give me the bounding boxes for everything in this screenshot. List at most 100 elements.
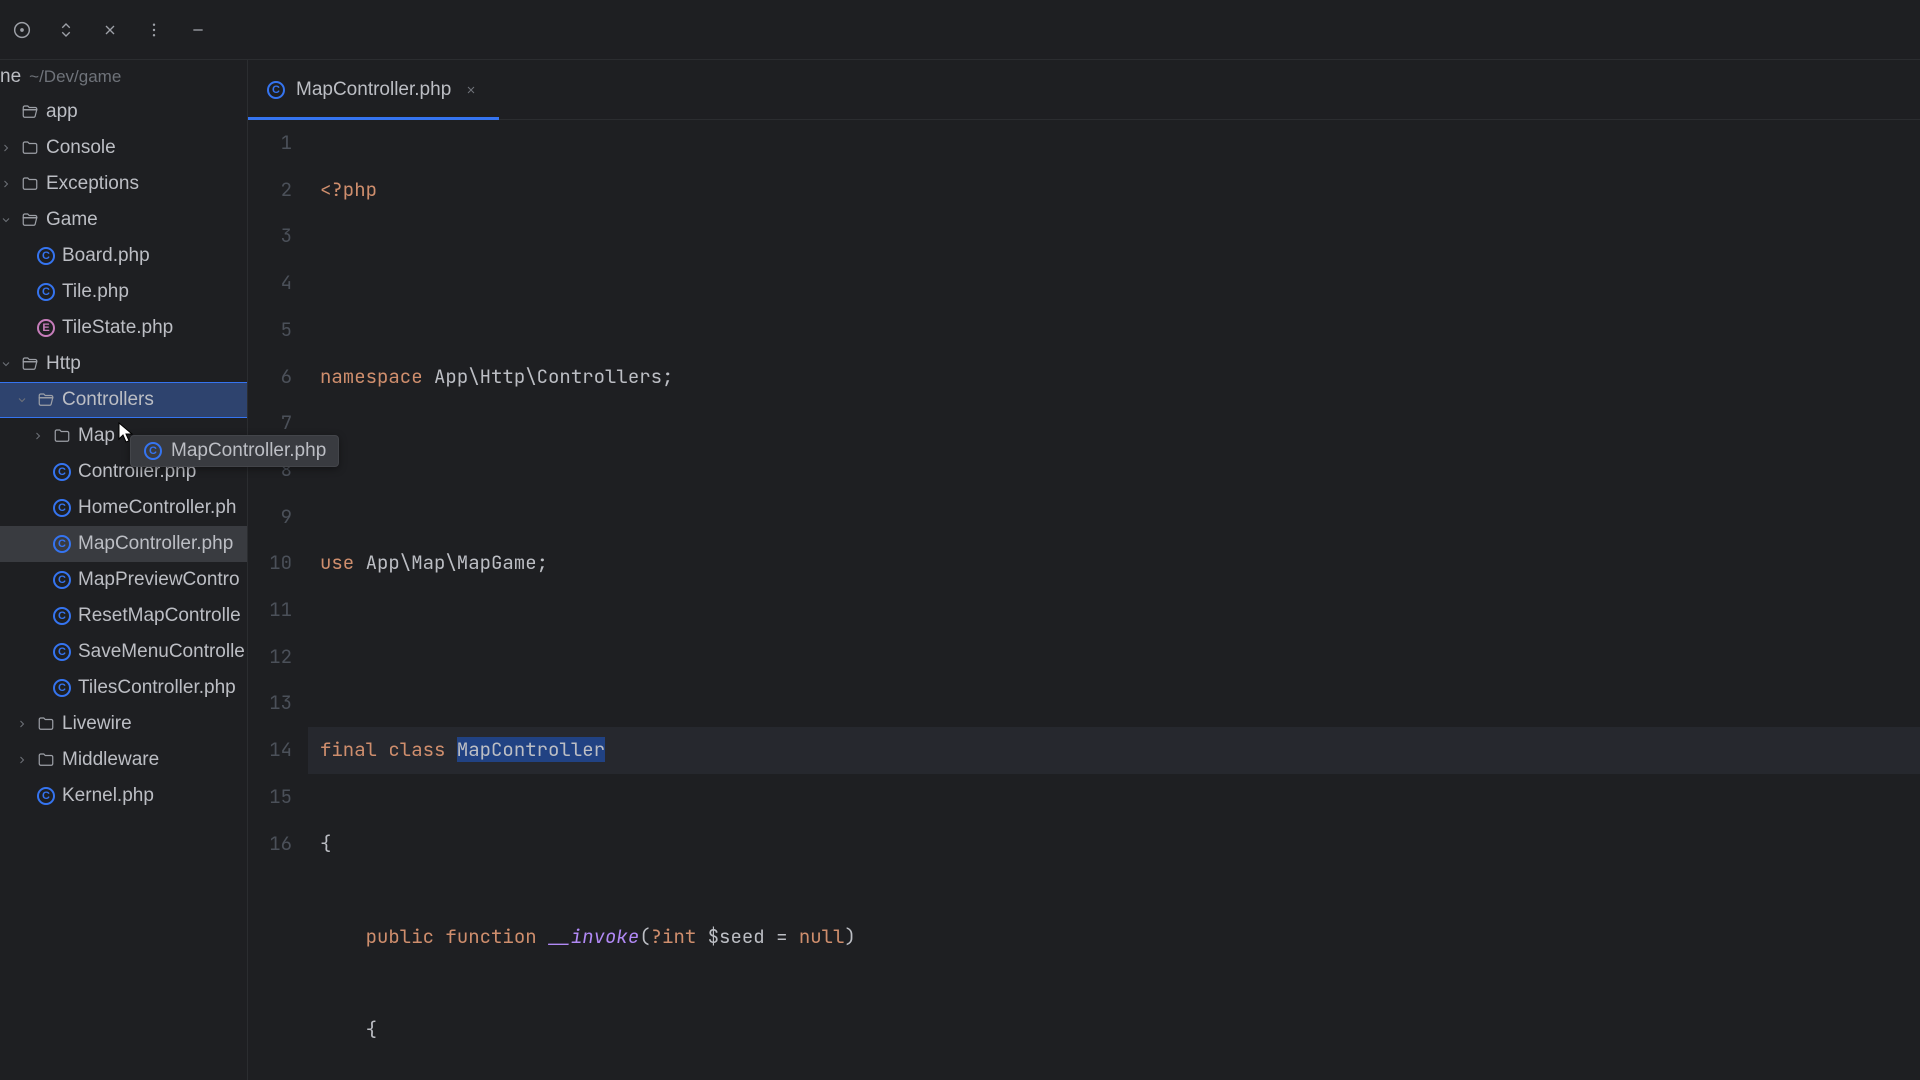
tree-label: MapController.php: [78, 533, 233, 555]
code-editor[interactable]: 1 2 3 4 5 6 7 8 9 10 11 12 13 14 15 16 <…: [248, 120, 1920, 1080]
tree-item[interactable]: Controllers: [0, 382, 247, 418]
line-number: 16: [248, 821, 292, 868]
folder-icon: [52, 426, 72, 446]
tree-label: Livewire: [62, 713, 132, 735]
tree-item[interactable]: C MapPreviewContro: [0, 562, 247, 598]
editor-area: C MapController.php 1 2 3 4 5 6 7 8 9 10…: [248, 60, 1920, 1080]
tree-label: SaveMenuControlle: [78, 641, 245, 663]
tree-label: Board.php: [62, 245, 150, 267]
line-number: 2: [248, 167, 292, 214]
tree-item[interactable]: Game: [0, 202, 247, 238]
chevron-icon[interactable]: [0, 142, 14, 154]
drag-ghost-label: MapController.php: [171, 440, 326, 462]
tree-item[interactable]: C MapController.php: [0, 526, 247, 562]
drag-ghost: C MapController.php: [130, 435, 339, 467]
folder-open-icon: [36, 390, 56, 410]
class-icon: C: [52, 498, 72, 518]
line-number: 11: [248, 587, 292, 634]
line-number: 15: [248, 774, 292, 821]
project-root[interactable]: ne ~/Dev/game: [0, 60, 247, 94]
tree-item[interactable]: Middleware: [0, 742, 247, 778]
folder-icon: [20, 138, 40, 158]
tree-label: Console: [46, 137, 116, 159]
tree-item[interactable]: C Kernel.php: [0, 778, 247, 814]
project-path: ~/Dev/game: [29, 67, 121, 87]
class-icon: C: [36, 282, 56, 302]
tree-label: Kernel.php: [62, 785, 154, 807]
chevron-icon[interactable]: [0, 214, 14, 226]
tree-label: HomeController.ph: [78, 497, 236, 519]
code-content[interactable]: <?php namespace App\Http\Controllers; us…: [308, 120, 1920, 1080]
tree-label: Game: [46, 209, 98, 231]
chevron-icon[interactable]: [0, 178, 14, 190]
tab-mapcontroller[interactable]: C MapController.php: [248, 60, 499, 119]
chevron-icon[interactable]: [16, 394, 30, 406]
chevron-icon[interactable]: [16, 754, 30, 766]
expand-collapse-icon[interactable]: [52, 16, 80, 44]
class-icon: C: [52, 678, 72, 698]
line-number: 13: [248, 680, 292, 727]
more-icon[interactable]: [140, 16, 168, 44]
close-icon[interactable]: [96, 16, 124, 44]
folder-open-icon: [20, 210, 40, 230]
class-icon: C: [143, 441, 163, 461]
tree-item[interactable]: C HomeController.ph: [0, 490, 247, 526]
line-number: 3: [248, 213, 292, 260]
tree-item[interactable]: Http: [0, 346, 247, 382]
tree-item[interactable]: Livewire: [0, 706, 247, 742]
tree-label: app: [46, 101, 78, 123]
tab-label: MapController.php: [296, 79, 451, 101]
class-icon: C: [36, 246, 56, 266]
tree-item[interactable]: Console: [0, 130, 247, 166]
line-number: 6: [248, 354, 292, 401]
tree-label: Middleware: [62, 749, 159, 771]
class-icon: C: [52, 642, 72, 662]
project-tree[interactable]: app Console Exceptions Game C Board.php C Tile.…: [0, 94, 247, 1080]
tab-bar: C MapController.php: [248, 60, 1920, 120]
class-icon: C: [52, 534, 72, 554]
line-number: 5: [248, 307, 292, 354]
line-number: 9: [248, 494, 292, 541]
folder-icon: [36, 714, 56, 734]
tree-label: ResetMapControlle: [78, 605, 241, 627]
tree-label: Controllers: [62, 389, 154, 411]
target-icon[interactable]: [8, 16, 36, 44]
line-number: 4: [248, 260, 292, 307]
tree-label: MapPreviewContro: [78, 569, 240, 591]
tree-item[interactable]: C Board.php: [0, 238, 247, 274]
tree-item[interactable]: app: [0, 94, 247, 130]
line-number: 10: [248, 540, 292, 587]
close-tab-icon[interactable]: [461, 80, 481, 100]
class-icon: C: [36, 786, 56, 806]
tree-item[interactable]: C Tile.php: [0, 274, 247, 310]
class-icon: C: [52, 462, 72, 482]
line-number: 12: [248, 634, 292, 681]
folder-open-icon: [20, 102, 40, 122]
tree-label: Exceptions: [46, 173, 139, 195]
tree-label: Map: [78, 425, 115, 447]
class-icon: C: [52, 570, 72, 590]
folder-icon: [36, 750, 56, 770]
minimize-icon[interactable]: [184, 16, 212, 44]
chevron-icon[interactable]: [16, 718, 30, 730]
tree-item[interactable]: Exceptions: [0, 166, 247, 202]
tree-label: Tile.php: [62, 281, 129, 303]
chevron-icon[interactable]: [32, 430, 46, 442]
tree-item[interactable]: C SaveMenuControlle: [0, 634, 247, 670]
toolbar: [0, 0, 1920, 60]
tree-item[interactable]: E TileState.php: [0, 310, 247, 346]
class-icon: C: [266, 80, 286, 100]
project-name: ne: [0, 66, 21, 88]
chevron-icon[interactable]: [0, 358, 14, 370]
tree-label: TileState.php: [62, 317, 173, 339]
project-sidebar: ne ~/Dev/game appConsoleExceptionsGameCB…: [0, 60, 248, 1080]
tree-item[interactable]: C TilesController.php: [0, 670, 247, 706]
tree-label: Http: [46, 353, 81, 375]
tree-item[interactable]: C ResetMapControlle: [0, 598, 247, 634]
enum-icon: E: [36, 318, 56, 338]
line-number: 1: [248, 120, 292, 167]
line-gutter: 1 2 3 4 5 6 7 8 9 10 11 12 13 14 15 16: [248, 120, 308, 1080]
folder-open-icon: [20, 354, 40, 374]
class-icon: C: [52, 606, 72, 626]
tree-label: TilesController.php: [78, 677, 236, 699]
